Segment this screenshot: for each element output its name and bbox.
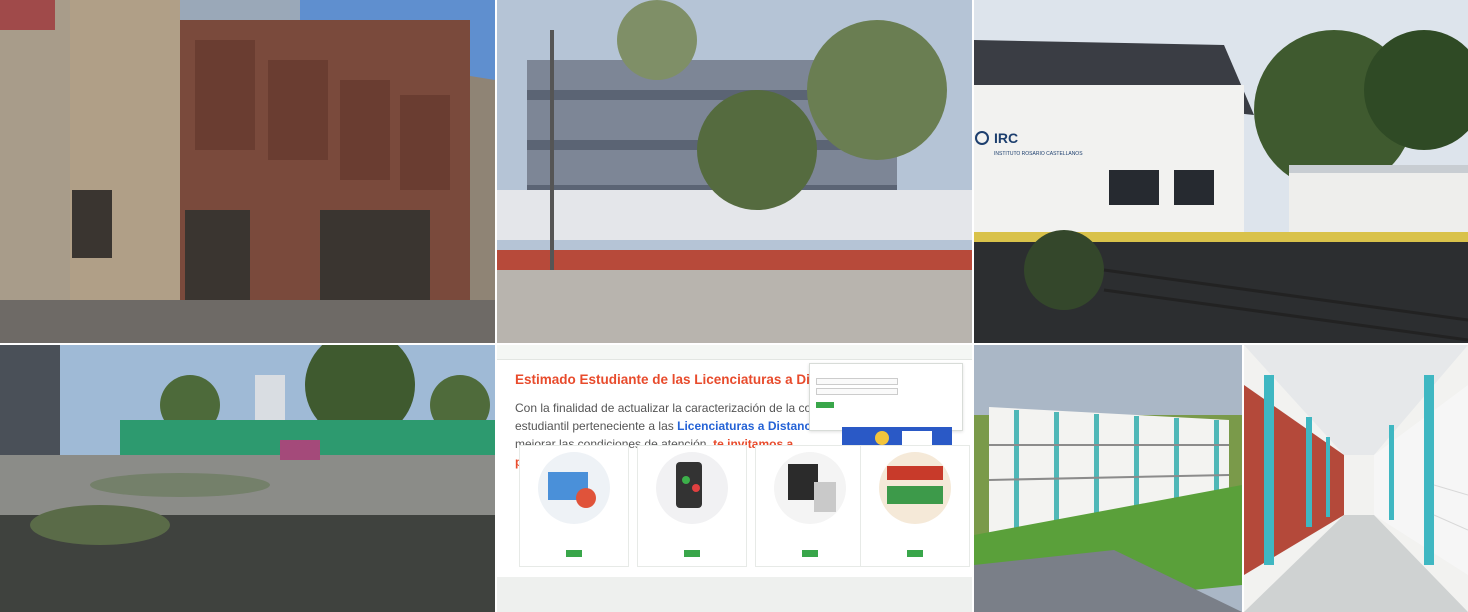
irc-building-photo: IRC INSTITUTO ROSARIO CASTELLANOS	[974, 0, 1468, 343]
paragraph-highlight: Licenciaturas a Distanci	[677, 419, 815, 433]
screenshot-footer	[497, 577, 972, 612]
colonial-building-photo	[0, 0, 495, 343]
card-1	[519, 445, 629, 567]
card-4	[860, 445, 970, 567]
card-2	[637, 445, 747, 567]
card-2-button	[684, 550, 700, 557]
irc-sign-text: IRC	[994, 130, 1018, 146]
modern-building-photo	[497, 0, 972, 343]
card-3-button	[802, 550, 818, 557]
card-1-button	[566, 550, 582, 557]
login-panel	[809, 363, 963, 431]
card-2-image	[656, 452, 728, 524]
login-button	[816, 402, 834, 408]
card-3	[755, 445, 865, 567]
screenshot-topbar	[497, 345, 972, 360]
card-1-image	[538, 452, 610, 524]
card-4-button	[907, 550, 923, 557]
card-3-image	[774, 452, 846, 524]
card-4-image	[879, 452, 951, 524]
screenshot-headline: Estimado Estudiante de las Licenciaturas…	[515, 372, 838, 387]
website-screenshot: Estimado Estudiante de las Licenciaturas…	[497, 345, 972, 612]
login-password-field	[816, 388, 898, 395]
corridor-photo	[1244, 345, 1468, 612]
login-user-field	[816, 378, 898, 385]
building-rendering	[974, 345, 1242, 612]
courtyard-photo	[0, 345, 495, 612]
irc-sign-subtext: INSTITUTO ROSARIO CASTELLANOS	[994, 151, 1083, 157]
